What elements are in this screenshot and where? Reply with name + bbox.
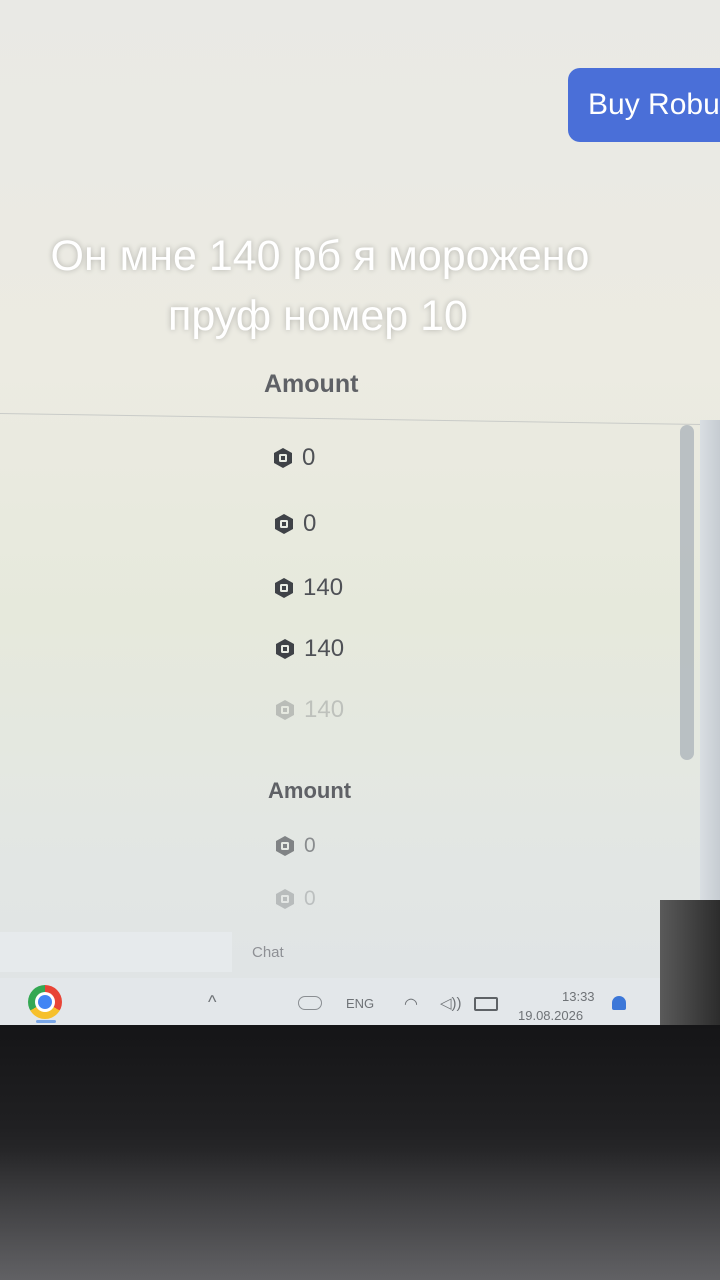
transaction-row: 140 [273,574,343,602]
robux-icon [273,513,295,535]
caption-line-1: Он мне 140 рб я морожено [50,232,590,280]
bell-icon[interactable] [612,996,626,1010]
amount-value: 140 [304,635,345,662]
caption-line-2: пруф номер 10 [168,292,468,340]
amount-value: 0 [302,444,316,471]
table-divider [0,413,720,426]
cloud-icon[interactable] [298,996,322,1010]
language-indicator[interactable]: ENG [346,996,374,1011]
wifi-icon[interactable]: ◠ [404,994,418,1014]
bezel-reflection [0,1150,720,1280]
chat-panel[interactable] [0,932,232,972]
buy-robux-button[interactable]: Buy Robux [568,68,720,142]
amount-value: 0 [304,887,316,910]
robux-icon [274,638,296,660]
amount-value: 140 [303,574,344,601]
transaction-row: 0 [274,887,316,911]
chat-label[interactable]: Chat [252,944,284,961]
transaction-row: 140 [274,635,344,663]
battery-icon[interactable] [474,997,498,1011]
robux-icon [274,699,296,721]
robux-icon [272,447,294,469]
clock-time[interactable]: 13:33 [562,989,595,1004]
scrollbar-track[interactable] [700,420,720,920]
chrome-icon[interactable] [28,985,62,1019]
robux-icon [274,888,296,910]
active-app-indicator [36,1020,56,1023]
robux-icon [273,577,295,599]
amount-value: 0 [304,834,316,857]
transaction-row: 0 [273,510,316,538]
amount-column-header: Amount [264,370,359,398]
transaction-row: 0 [272,444,315,472]
clock-date[interactable]: 19.08.2026 [518,1008,583,1023]
transaction-row: 140 [274,696,344,724]
amount-value: 140 [304,696,345,723]
transaction-row: 0 [274,834,316,858]
laptop-screen: Buy Robux Он мне 140 рб я морожено пруф … [0,0,720,1030]
chevron-up-icon[interactable]: ^ [208,992,216,1013]
scrollbar-thumb[interactable] [680,425,694,760]
robux-icon [274,835,296,857]
amount-column-header: Amount [268,778,352,803]
volume-icon[interactable]: ◁)) [440,994,462,1012]
amount-value: 0 [303,510,317,537]
